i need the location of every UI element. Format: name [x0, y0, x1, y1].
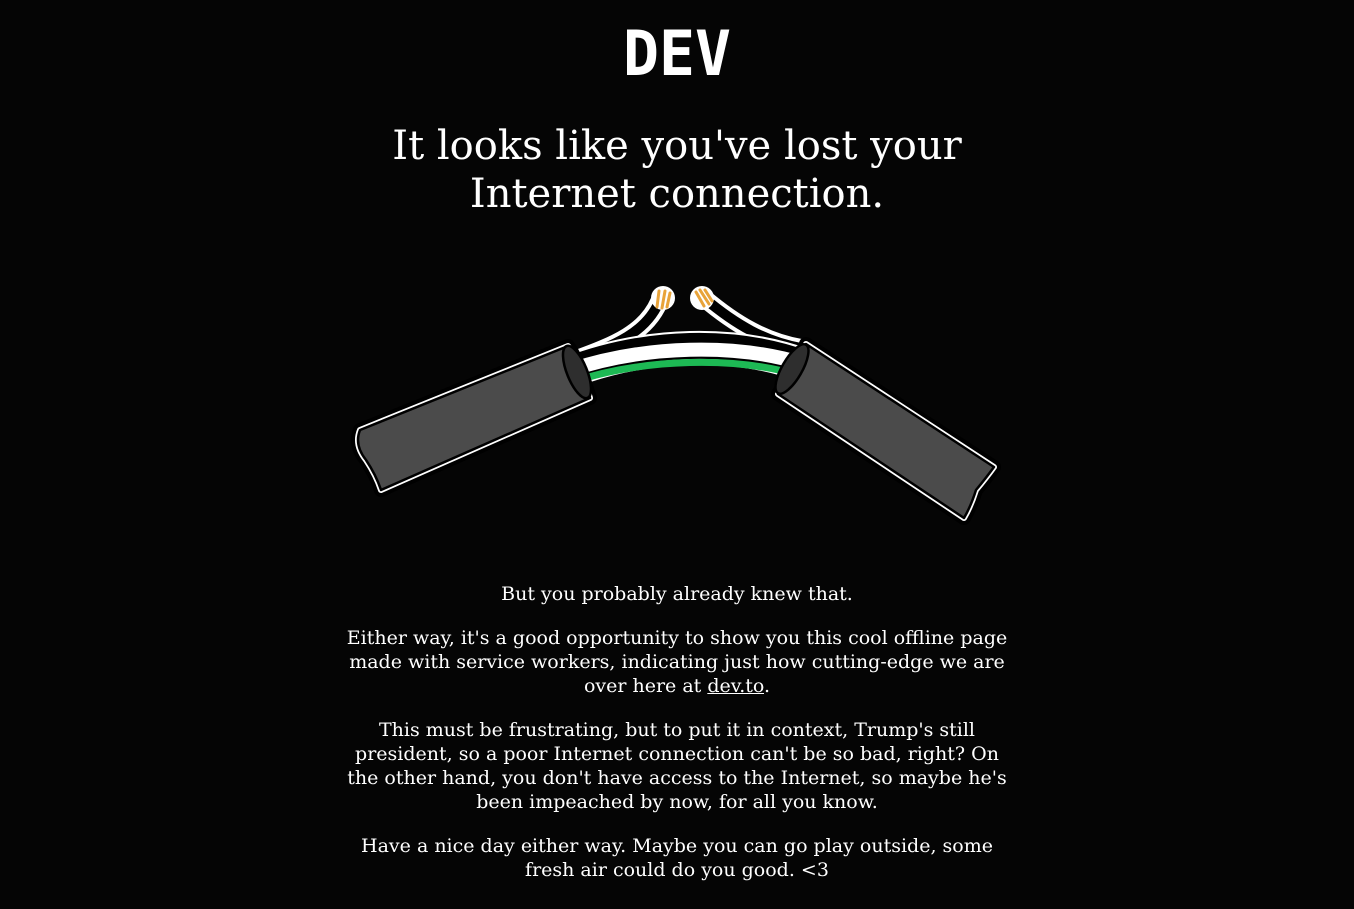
title-line-1: It looks like you've lost your	[392, 123, 962, 169]
paragraph-4: Have a nice day either way. Maybe you ca…	[361, 835, 993, 881]
paragraph-3: This must be frustrating, but to put it …	[347, 719, 1007, 813]
copper-tip-left	[651, 286, 675, 310]
paragraph-2: Either way, it's a good opportunity to s…	[337, 626, 1017, 698]
copper-tip-right	[690, 286, 714, 310]
dev-logo[interactable]: DEV	[0, 22, 1354, 83]
cable-segment-left	[351, 339, 597, 497]
offline-message: But you probably already knew that. Eith…	[337, 582, 1017, 902]
offline-page: DEV It looks like you've lost your Inter…	[0, 0, 1354, 909]
logo-text: DEV	[623, 22, 731, 78]
paragraph-1: But you probably already knew that.	[501, 583, 853, 605]
broken-cable-icon	[351, 286, 1001, 525]
page-title: It looks like you've lost your Internet …	[327, 122, 1027, 218]
paragraph-2-text: Either way, it's a good opportunity to s…	[346, 627, 1008, 697]
cable-segment-right	[771, 337, 1001, 525]
dev-to-link[interactable]: dev.to	[707, 675, 764, 697]
title-line-2: Internet connection.	[469, 171, 885, 217]
dev-logo-icon: DEV	[623, 22, 731, 78]
paragraph-2-end: .	[764, 675, 771, 697]
